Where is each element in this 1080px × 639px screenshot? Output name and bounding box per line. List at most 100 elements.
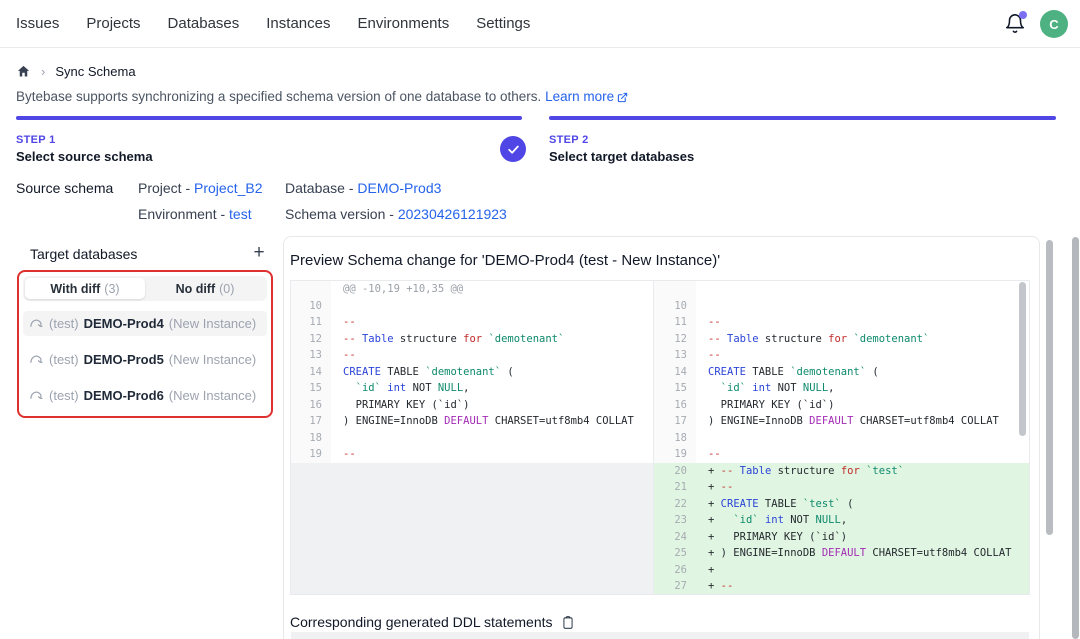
diff-pane-original: @@ -10,19 +10,35 @@1011--12-- Table stru… [291,281,653,594]
target-database-item-demo-prod4[interactable]: (test) DEMO-Prod4 (New Instance) [23,311,267,336]
home-icon[interactable] [16,64,31,79]
nav-item-environments[interactable]: Environments [357,15,449,32]
database-label: Database - [285,180,357,196]
breadcrumb: › Sync Schema [16,64,136,79]
target-database-item-demo-prod6[interactable]: (test) DEMO-Prod6 (New Instance) [23,383,267,408]
database-link[interactable]: DEMO-Prod3 [357,180,441,196]
line-number: 14 [291,364,331,381]
mysql-dolphin-icon [29,352,44,367]
nav-item-projects[interactable]: Projects [86,15,140,32]
target-database-item-demo-prod5[interactable]: (test) DEMO-Prod5 (New Instance) [23,347,267,372]
diff-filler [291,463,653,595]
diff-line: 23+ `id` int NOT NULL, [654,512,1029,529]
page-scrollbar[interactable] [1072,237,1079,639]
diff-line: 12-- Table structure for `demotenant` [291,331,653,348]
tab-no-diff-count: (0) [219,282,234,296]
code-text: ) ENGINE=InnoDB DEFAULT CHARSET=utf8mb4 … [331,413,653,430]
notification-bell-icon[interactable] [1004,13,1026,35]
add-target-database-button[interactable]: + [248,242,270,264]
diff-line: 20+ -- Table structure for `test` [654,463,1029,480]
diff-line: 19-- [654,446,1029,463]
nav-item-instances[interactable]: Instances [266,15,330,32]
diff-line: 21+ -- [654,479,1029,496]
sync-schema-page: Issues Projects Databases Instances Envi… [0,0,1080,639]
source-project-field: Project - Project_B2 [138,180,263,196]
code-text: + -- [696,479,1029,496]
nav-item-issues[interactable]: Issues [16,15,59,32]
chevron-right-icon: › [41,64,45,79]
line-number: 13 [654,347,696,364]
line-number: 16 [654,397,696,414]
nav-item-databases[interactable]: Databases [168,15,240,32]
diff-line: 13-- [291,347,653,364]
diff-line: 15 `id` int NOT NULL, [654,380,1029,397]
diff-line: 24+ PRIMARY KEY (`id`) [654,529,1029,546]
diff-line: 11-- [654,314,1029,331]
db-env: (test) [49,316,79,331]
nav-menu: Issues Projects Databases Instances Envi… [0,15,530,32]
code-text: PRIMARY KEY (`id`) [331,397,653,414]
line-number: 21 [654,479,696,496]
diff-line: 15 `id` int NOT NULL, [291,380,653,397]
tab-with-diff-label: With diff [50,282,100,296]
line-number: 24 [654,529,696,546]
line-number: 23 [654,512,696,529]
diff-line: 17) ENGINE=InnoDB DEFAULT CHARSET=utf8mb… [654,413,1029,430]
code-text: + -- Table structure for `test` [696,463,1029,480]
schema-version-link[interactable]: 20230426121923 [398,206,507,222]
db-suffix: (New Instance) [169,388,256,403]
db-suffix: (New Instance) [169,352,256,367]
avatar[interactable]: C [1040,10,1068,38]
code-text: -- [331,446,653,463]
mysql-dolphin-icon [29,388,44,403]
line-number: 10 [291,298,331,315]
top-navigation: Issues Projects Databases Instances Envi… [0,0,1080,48]
diff-line: 10 [291,298,653,315]
line-number: 10 [654,298,696,315]
ddl-code-block [291,632,1029,639]
code-text: + `id` int NOT NULL, [696,512,1029,529]
source-schema-label: Source schema [16,180,113,196]
line-number: 26 [654,562,696,579]
external-link-icon[interactable] [617,92,628,103]
tab-no-diff-label: No diff [176,282,216,296]
diff-line: 27+ -- [654,578,1029,594]
tab-with-diff[interactable]: With diff (3) [25,278,145,299]
schema-version-label: Schema version - [285,206,398,222]
line-number: 25 [654,545,696,562]
diff-line: 26+ [654,562,1029,579]
code-text: + -- [696,578,1029,594]
environment-link[interactable]: test [229,206,252,222]
learn-more-link[interactable]: Learn more [545,89,614,104]
editor-scrollbar[interactable] [1019,282,1026,436]
nav-item-settings[interactable]: Settings [476,15,530,32]
step2-label: STEP 2 [549,134,589,146]
copy-clipboard-icon[interactable] [561,615,575,630]
line-number: 17 [654,413,696,430]
line-number [291,281,331,298]
line-number: 18 [654,430,696,447]
line-number: 15 [291,380,331,397]
step2-title: Select target databases [549,149,694,164]
tab-no-diff[interactable]: No diff (0) [145,278,265,299]
target-databases-title: Target databases [30,246,137,262]
db-env: (test) [49,388,79,403]
code-text [696,298,1029,315]
line-number: 11 [654,314,696,331]
ddl-statements-label: Corresponding generated DDL statements [290,614,553,630]
diff-line: @@ -10,19 +10,35 @@ [291,281,653,298]
breadcrumb-page-title: Sync Schema [55,64,135,79]
diff-filter-tabs: With diff (3) No diff (0) [23,276,267,301]
source-version-field: Schema version - 20230426121923 [285,206,507,222]
project-link[interactable]: Project_B2 [194,180,262,196]
step1-complete-check-icon [500,136,526,162]
panel-scrollbar[interactable] [1046,240,1053,535]
code-text: @@ -10,19 +10,35 @@ [331,281,653,298]
diff-line: 18 [291,430,653,447]
line-number: 18 [291,430,331,447]
diff-line: 14CREATE TABLE `demotenant` ( [291,364,653,381]
db-name: DEMO-Prod4 [84,316,164,331]
diff-line: 11-- [291,314,653,331]
code-text: -- [696,314,1029,331]
preview-title: Preview Schema change for 'DEMO-Prod4 (t… [290,252,720,269]
